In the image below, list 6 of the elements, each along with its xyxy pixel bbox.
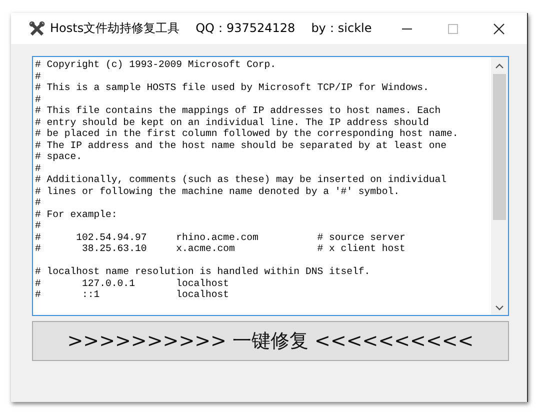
tools-icon [29, 20, 45, 36]
author-label: by：sickle [311, 20, 372, 37]
one-click-fix-button[interactable]: >>>>>>>>>> 一键修复 <<<<<<<<<< [32, 321, 509, 361]
close-icon[interactable] [493, 22, 505, 34]
qq-number: QQ：937524128 [196, 20, 296, 37]
window-title: Hosts文件劫持修复工具 [50, 20, 180, 37]
